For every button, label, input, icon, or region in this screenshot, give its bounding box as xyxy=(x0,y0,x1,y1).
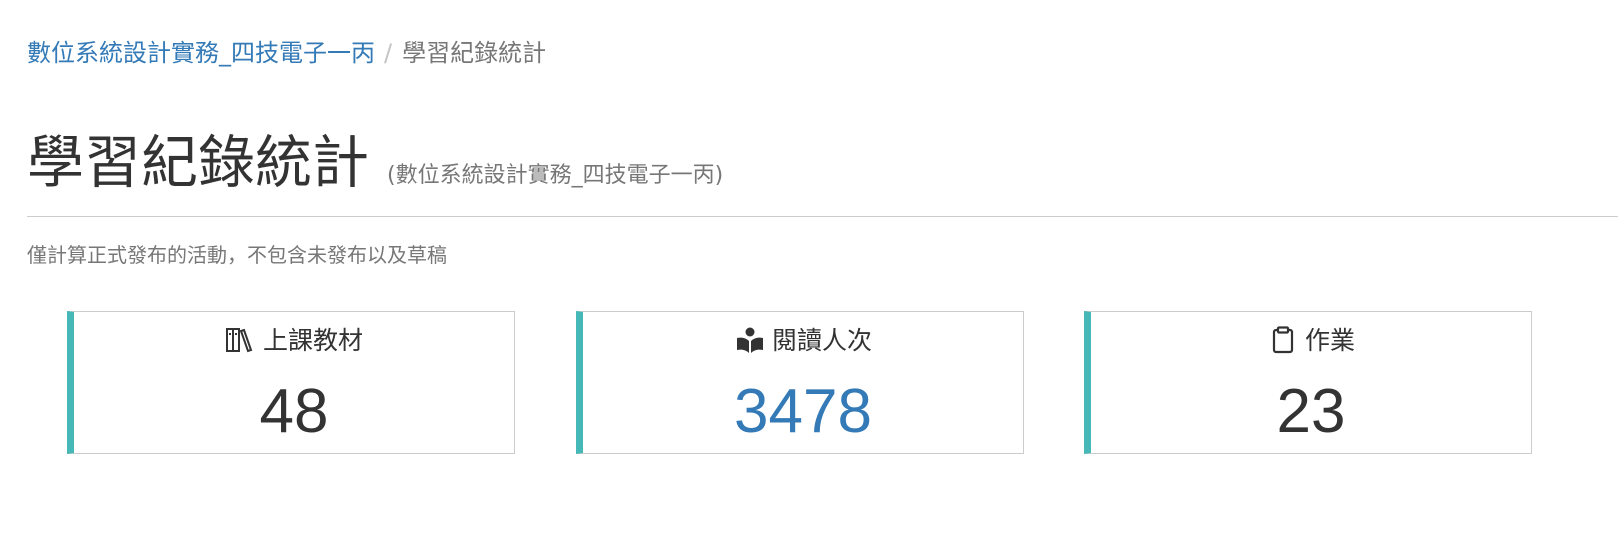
reader-icon xyxy=(734,326,766,354)
stat-card-title: 閱讀人次 xyxy=(583,325,1023,357)
page-header: 學習紀錄統計 (數位系統設計實務_四技電子一丙) xyxy=(27,128,1618,217)
stat-card-title: 上課教材 xyxy=(74,325,514,357)
stat-card-materials: 上課教材 48 xyxy=(67,311,515,454)
breadcrumb-course-link[interactable]: 數位系統設計實務_四技電子一丙 xyxy=(27,39,375,67)
stat-card-label: 上課教材 xyxy=(262,326,363,355)
stat-card-reads: 閱讀人次 3478 xyxy=(576,311,1024,454)
stat-card-assignments: 作業 23 xyxy=(1084,311,1532,454)
breadcrumb: 數位系統設計實務_四技電子一丙 / 學習紀錄統計 xyxy=(27,36,546,70)
stat-card-label: 閱讀人次 xyxy=(771,326,872,355)
stat-card-title: 作業 xyxy=(1091,325,1531,357)
stat-card-label: 作業 xyxy=(1304,326,1355,355)
stat-card-value-link[interactable]: 3478 xyxy=(583,374,1023,450)
books-icon xyxy=(225,326,257,354)
scope-note: 僅計算正式發布的活動，不包含未發布以及草稿 xyxy=(27,243,447,267)
breadcrumb-current: 學習紀錄統計 xyxy=(402,39,547,67)
page-subtitle: (數位系統設計實務_四技電子一丙) xyxy=(387,163,724,188)
clipboard-icon xyxy=(1267,326,1299,354)
breadcrumb-separator: / xyxy=(384,39,393,67)
stat-card-value: 48 xyxy=(259,377,329,446)
stat-card-value: 23 xyxy=(1276,377,1346,446)
page-title: 學習紀錄統計 xyxy=(27,130,369,196)
